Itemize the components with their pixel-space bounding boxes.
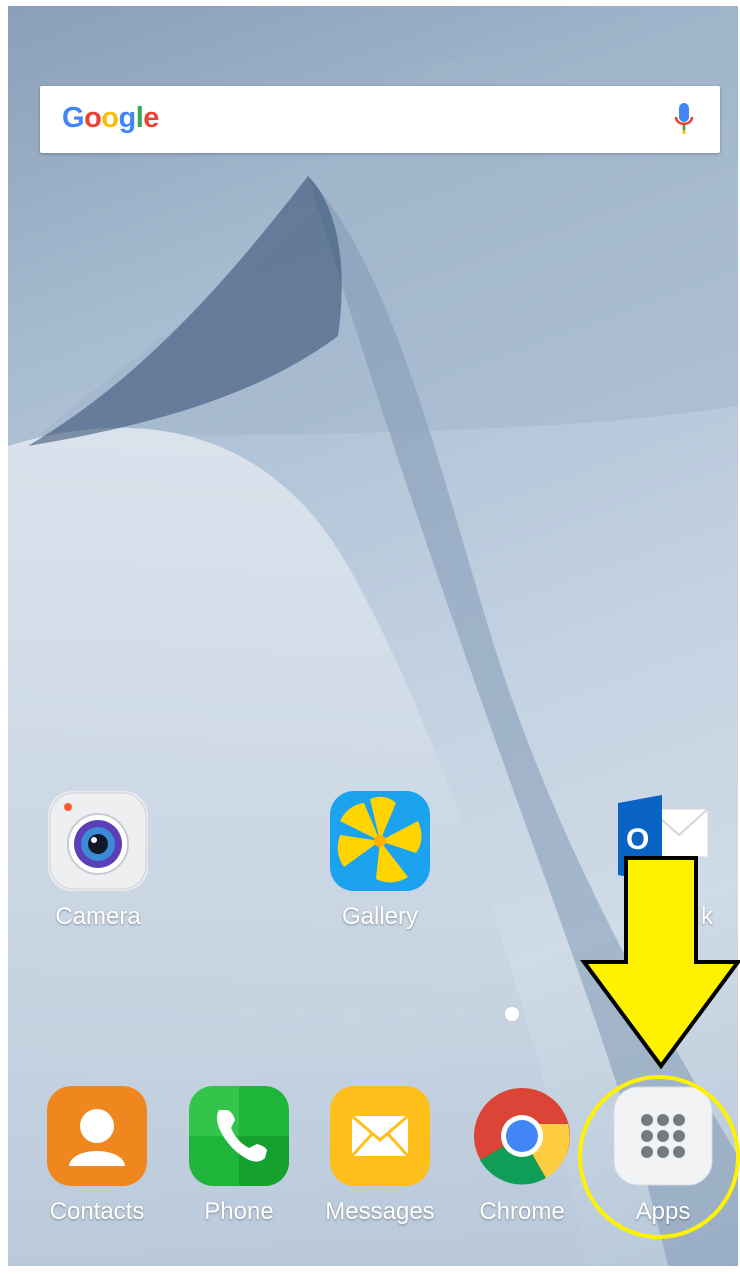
google-search-bar[interactable]: Google [40, 86, 720, 153]
app-camera[interactable]: Camera [33, 791, 163, 931]
gallery-icon [330, 791, 430, 891]
google-logo-letter: G [62, 102, 85, 134]
app-label: k [701, 903, 713, 930]
page-dot[interactable] [400, 1008, 412, 1020]
microphone-icon[interactable] [674, 102, 694, 136]
google-logo-letter: g [118, 102, 137, 134]
chrome-icon [472, 1086, 572, 1186]
app-gallery[interactable]: Gallery [315, 791, 445, 931]
app-label: Apps [635, 1198, 691, 1225]
page-dot-active[interactable] [505, 1007, 519, 1021]
outlook-icon: O [610, 791, 710, 891]
app-label: Contacts [49, 1198, 145, 1225]
app-outlook[interactable]: O k [605, 791, 715, 931]
wallpaper [8, 6, 738, 1266]
contacts-icon [47, 1086, 147, 1186]
dock-phone[interactable]: Phone [174, 1086, 304, 1226]
google-logo: Google [62, 102, 159, 135]
google-logo-letter: e [143, 102, 159, 134]
google-logo-letter: o [84, 102, 102, 134]
dock-messages[interactable]: Messages [315, 1086, 445, 1226]
home-page-icon[interactable] [344, 1006, 362, 1024]
page-dot[interactable] [294, 1008, 306, 1020]
home-screen: Google Camera Gallery O k Contacts Phone… [8, 6, 738, 1266]
app-label: Messages [325, 1198, 435, 1225]
dock-contacts[interactable]: Contacts [32, 1086, 162, 1226]
camera-icon [48, 791, 148, 891]
phone-icon [189, 1086, 289, 1186]
messages-icon [330, 1086, 430, 1186]
app-label: Gallery [341, 903, 419, 930]
google-logo-letter: o [101, 102, 119, 134]
app-label: Phone [204, 1198, 274, 1225]
page-indicator [8, 1004, 738, 1024]
app-label: Chrome [479, 1198, 565, 1225]
app-label: Camera [55, 903, 141, 930]
page-dot[interactable] [241, 1008, 253, 1020]
dock-chrome[interactable]: Chrome [457, 1086, 587, 1226]
svg-text:O: O [626, 823, 649, 856]
apps-grid-icon [613, 1086, 713, 1186]
page-dot[interactable] [453, 1008, 465, 1020]
dock-apps[interactable]: Apps [598, 1086, 728, 1226]
